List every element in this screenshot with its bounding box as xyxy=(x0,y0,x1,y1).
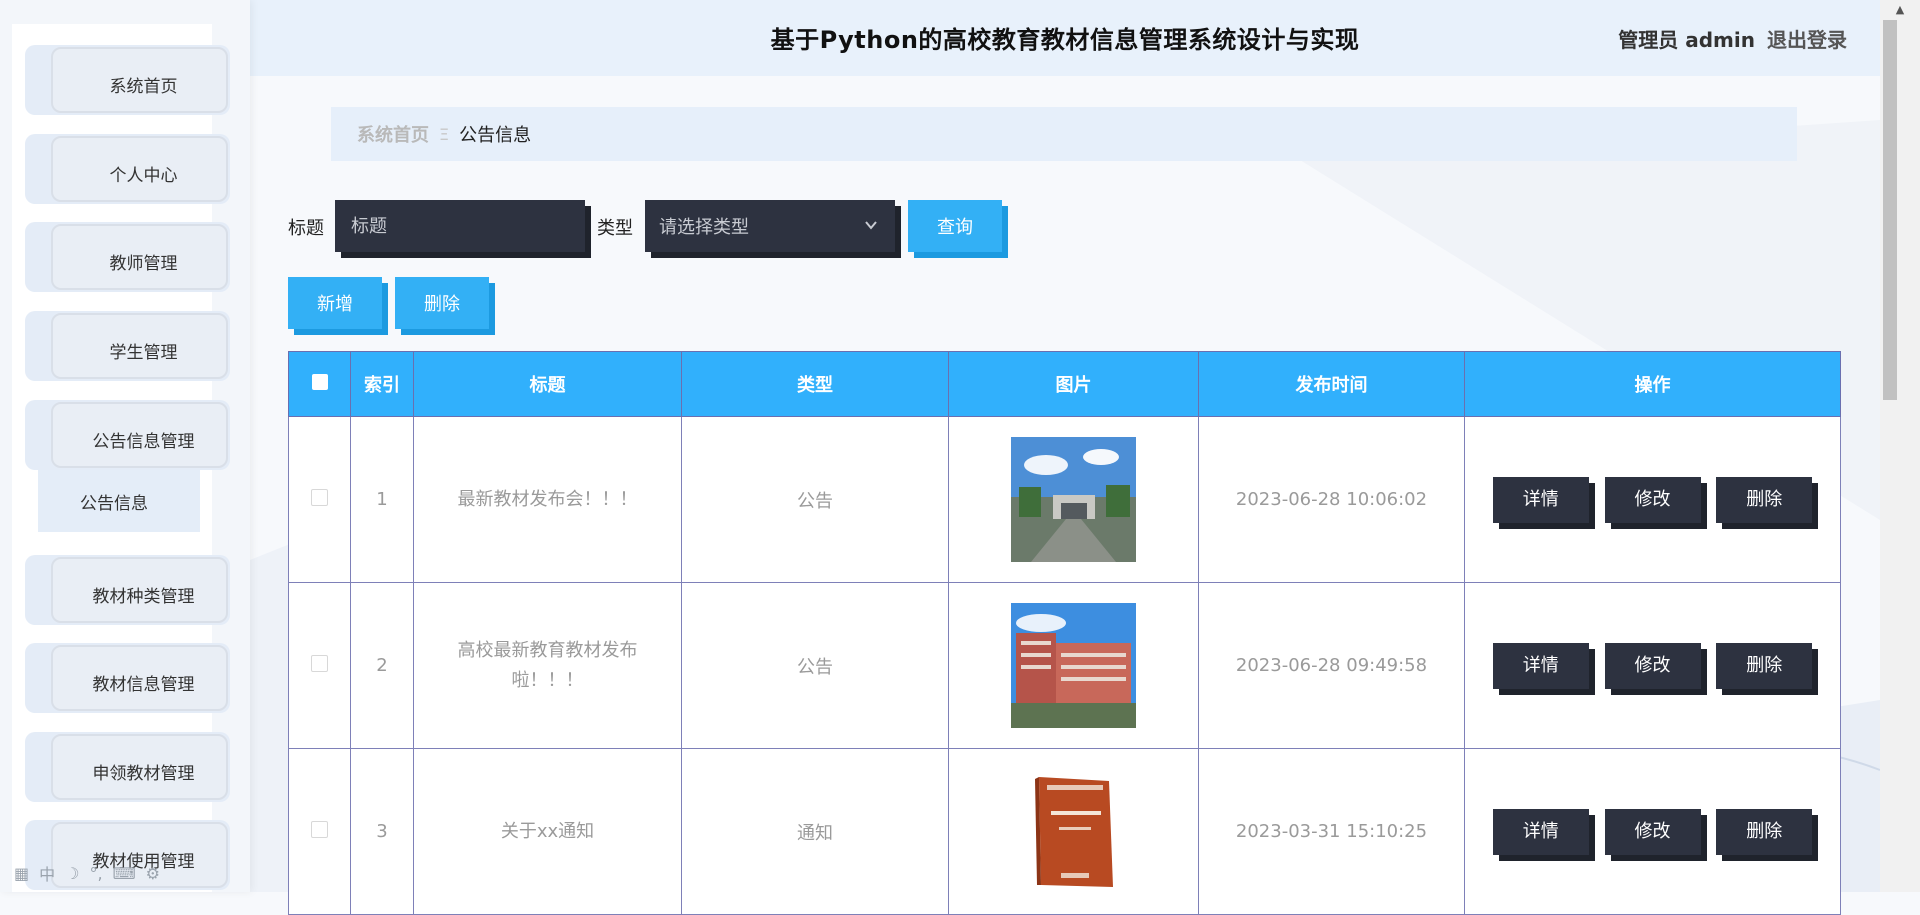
sidebar-item-textbook-info[interactable]: 教材信息管理 xyxy=(25,643,230,713)
campus-building-photo[interactable] xyxy=(1011,603,1136,728)
ime-moon-icon[interactable]: ☽ xyxy=(65,864,79,883)
ime-keyboard-icon[interactable]: ⌨ xyxy=(113,864,136,883)
column-header-time: 发布时间 xyxy=(1198,351,1465,417)
query-button[interactable]: 查询 xyxy=(908,200,1002,252)
row-checkbox[interactable] xyxy=(311,654,328,672)
detail-button[interactable]: 详情 xyxy=(1492,476,1589,523)
ime-punct-icon[interactable]: °, xyxy=(89,864,102,883)
delete-button[interactable]: 删除 xyxy=(1716,808,1813,855)
sidebar-item-textbook-requests[interactable]: 申领教材管理 xyxy=(25,732,230,802)
chevron-down-icon xyxy=(865,221,877,230)
add-button[interactable]: 新增 xyxy=(288,277,382,329)
row-title: 高校最新教育教材发布啦！！！ xyxy=(413,582,682,749)
campus-gate-photo[interactable] xyxy=(1011,437,1136,562)
select-all-checkbox[interactable] xyxy=(311,373,328,390)
row-type: 公告 xyxy=(681,416,949,583)
scroll-up-arrow-icon[interactable]: ▲ xyxy=(1880,0,1920,20)
edit-button[interactable]: 修改 xyxy=(1604,476,1701,523)
ime-toolbar: ▦ 中 ☽ °, ⌨ ⚙ xyxy=(14,861,194,885)
delete-button[interactable]: 删除 xyxy=(1716,476,1813,523)
title-search-input[interactable] xyxy=(349,214,573,238)
delete-button[interactable]: 删除 xyxy=(1716,642,1813,689)
row-type: 通知 xyxy=(681,748,949,915)
column-header-type: 类型 xyxy=(681,351,949,417)
current-user: 管理员 admin xyxy=(1618,28,1755,52)
detail-button[interactable]: 详情 xyxy=(1492,642,1589,689)
announcement-table: 索引 标题 类型 图片 发布时间 操作 1 最新教材发布会！！！ 公告 2023… xyxy=(288,351,1841,915)
row-index: 1 xyxy=(350,416,414,583)
sidebar-subitem-announcement-info[interactable]: 公告信息 xyxy=(38,470,200,532)
row-index: 3 xyxy=(350,748,414,915)
title-search-field[interactable] xyxy=(335,200,585,252)
table-row: 1 最新教材发布会！！！ 公告 2023-06-28 10:06:02 详情 修… xyxy=(288,416,1841,583)
user-info: 管理员 admin 退出登录 xyxy=(1618,24,1847,53)
ime-grid-icon[interactable]: ▦ xyxy=(14,864,29,883)
logout-link[interactable]: 退出登录 xyxy=(1767,24,1847,53)
sidebar-item-profile[interactable]: 个人中心 xyxy=(25,134,230,204)
column-header-title: 标题 xyxy=(413,351,682,417)
table-row: 2 高校最新教育教材发布啦！！！ 公告 2023-06-28 09:49:58 … xyxy=(288,582,1841,749)
breadcrumb-current: 公告信息 xyxy=(459,125,532,146)
row-type: 公告 xyxy=(681,582,949,749)
breadcrumb: 系统首页 Ξ 公告信息 xyxy=(331,107,1797,161)
type-select-placeholder: 请选择类型 xyxy=(659,217,749,238)
edit-button[interactable]: 修改 xyxy=(1604,808,1701,855)
table-header-row: 索引 标题 类型 图片 发布时间 操作 xyxy=(288,351,1841,417)
ime-lang-icon[interactable]: 中 xyxy=(39,861,55,885)
edit-button[interactable]: 修改 xyxy=(1604,642,1701,689)
row-publish-time: 2023-03-31 15:10:25 xyxy=(1198,748,1465,915)
row-publish-time: 2023-06-28 09:49:58 xyxy=(1198,582,1465,749)
type-select[interactable]: 请选择类型 xyxy=(645,200,895,252)
sidebar-item-textbook-categories[interactable]: 教材种类管理 xyxy=(25,555,230,625)
sidebar-item-announcements[interactable]: 公告信息管理 xyxy=(25,400,230,470)
sidebar-item-students[interactable]: 学生管理 xyxy=(25,311,230,381)
scroll-thumb[interactable] xyxy=(1883,20,1897,400)
row-checkbox[interactable] xyxy=(311,820,328,838)
row-checkbox[interactable] xyxy=(311,488,328,506)
row-index: 2 xyxy=(350,582,414,749)
title-filter-label: 标题 xyxy=(288,218,324,239)
type-filter-label: 类型 xyxy=(597,218,633,239)
column-header-image: 图片 xyxy=(948,351,1199,417)
column-header-index: 索引 xyxy=(350,351,414,417)
ime-settings-icon[interactable]: ⚙ xyxy=(146,864,160,883)
breadcrumb-separator-icon: Ξ xyxy=(439,124,450,144)
sidebar: 系统首页 个人中心 教师管理 学生管理 公告信息管理 公告信息 教材种类管理 教… xyxy=(0,0,250,892)
column-header-actions: 操作 xyxy=(1464,351,1841,417)
batch-delete-button[interactable]: 删除 xyxy=(395,277,489,329)
sidebar-item-teachers[interactable]: 教师管理 xyxy=(25,222,230,292)
breadcrumb-home-link[interactable]: 系统首页 xyxy=(357,121,429,147)
row-publish-time: 2023-06-28 10:06:02 xyxy=(1198,416,1465,583)
sidebar-item-home[interactable]: 系统首页 xyxy=(25,45,230,115)
row-title: 最新教材发布会！！！ xyxy=(413,416,682,583)
detail-button[interactable]: 详情 xyxy=(1492,808,1589,855)
textbook-cover-photo[interactable] xyxy=(1011,769,1136,894)
table-row: 3 关于xx通知 通知 2023-03-31 15:10:25 详情 修改 删除 xyxy=(288,748,1841,915)
select-all-header xyxy=(288,351,351,417)
row-title: 关于xx通知 xyxy=(413,748,682,915)
